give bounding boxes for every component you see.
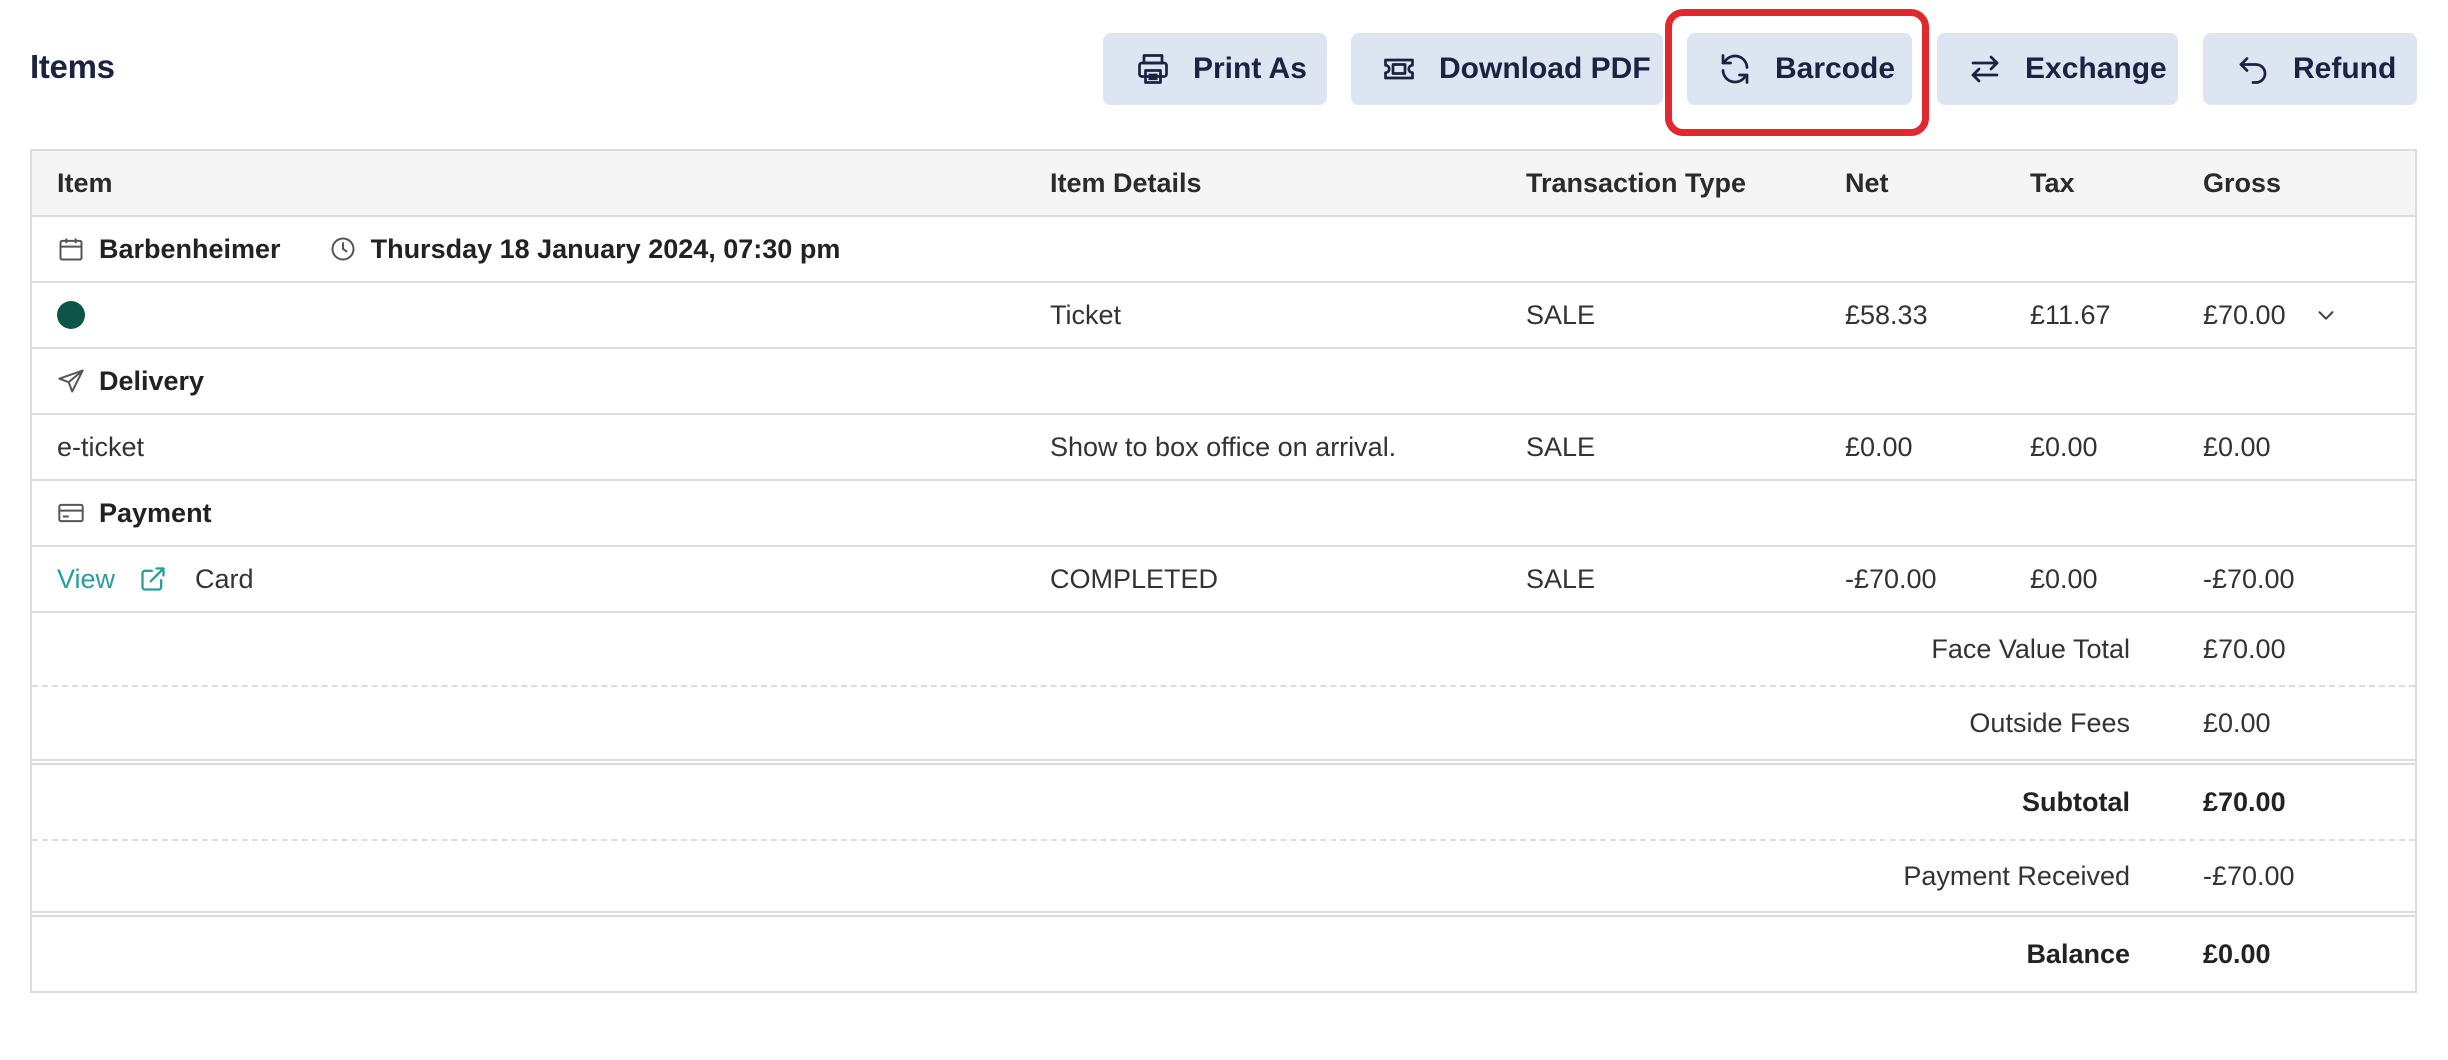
balance-label: Balance: [2026, 938, 2130, 969]
payment-section-row: Payment: [32, 481, 2415, 547]
subtotal-row: Subtotal £70.00: [32, 765, 2415, 841]
payment-received-value: -£70.00: [2203, 860, 2295, 891]
clock-icon: [329, 235, 357, 263]
delivery-type: SALE: [1526, 431, 1596, 462]
event-heading: Barbenheimer Thursday 18 January 2024, 0…: [57, 217, 840, 281]
ticket-status-dot: [57, 283, 85, 347]
download-pdf-label: Download PDF: [1439, 52, 1651, 85]
face-value-total-label: Face Value Total: [1931, 633, 2130, 664]
exchange-label: Exchange: [2025, 52, 2167, 85]
ticket-details: Ticket: [1050, 299, 1122, 330]
payment-received-row: Payment Received -£70.00: [32, 841, 2415, 917]
undo-icon: [2235, 51, 2271, 87]
delivery-label: Delivery: [99, 365, 205, 396]
page-title: Items: [30, 48, 115, 85]
download-pdf-button[interactable]: Download PDF: [1351, 33, 1663, 105]
printer-icon: [1135, 51, 1171, 87]
subtotal-label: Subtotal: [2022, 786, 2130, 817]
delivery-item: e-ticket: [57, 431, 145, 462]
exchange-arrows-icon: [1967, 51, 2003, 87]
event-datetime: Thursday 18 January 2024, 07:30 pm: [370, 233, 841, 264]
items-table: Item Item Details Transaction Type Net T…: [30, 149, 2417, 993]
delivery-net: £0.00: [1845, 431, 1913, 462]
ticket-tax: £11.67: [2030, 299, 2111, 330]
balance-value: £0.00: [2203, 938, 2271, 969]
print-as-button[interactable]: Print As: [1103, 33, 1327, 105]
ticket-type: SALE: [1526, 299, 1596, 330]
ticket-gross: £70.00: [2203, 299, 2286, 330]
payment-net: -£70.00: [1845, 563, 1937, 594]
delivery-section-row: Delivery: [32, 349, 2415, 415]
refund-button[interactable]: Refund: [2203, 33, 2417, 105]
payment-received-label: Payment Received: [1903, 860, 2130, 891]
delivery-tax: £0.00: [2030, 431, 2098, 462]
payment-gross: -£70.00: [2203, 563, 2295, 594]
refresh-icon: [1717, 51, 1753, 87]
outside-fees-row: Outside Fees £0.00: [32, 687, 2415, 765]
column-header-gross: Gross: [2203, 167, 2282, 198]
payment-item: View Card: [57, 547, 254, 611]
barcode-button[interactable]: Barcode: [1687, 33, 1912, 105]
table-row: Ticket SALE £58.33 £11.67 £70.00: [32, 283, 2415, 349]
send-icon: [57, 367, 85, 395]
ticket-net: £58.33: [1845, 299, 1928, 330]
face-value-total-value: £70.00: [2203, 633, 2286, 664]
balance-row: Balance £0.00: [32, 917, 2415, 991]
column-header-tax: Tax: [2030, 167, 2075, 198]
barcode-label: Barcode: [1775, 52, 1896, 85]
outside-fees-value: £0.00: [2203, 707, 2271, 738]
delivery-gross: £0.00: [2203, 431, 2271, 462]
external-link-icon[interactable]: [139, 565, 167, 593]
table-row: e-ticket Show to box office on arrival. …: [32, 415, 2415, 481]
view-payment-link[interactable]: View: [57, 564, 115, 595]
payment-tax: £0.00: [2030, 563, 2098, 594]
column-header-net: Net: [1845, 167, 1889, 198]
delivery-heading: Delivery: [57, 349, 204, 413]
items-header: Items Print As Download PDF Barcode Exch…: [0, 0, 2448, 140]
payment-details: COMPLETED: [1050, 563, 1219, 594]
payment-type: SALE: [1526, 563, 1596, 594]
payment-label: Payment: [99, 497, 212, 528]
table-row: View Card COMPLETED SALE -£70.00 £0.00 -…: [32, 547, 2415, 613]
payment-heading: Payment: [57, 481, 212, 545]
subtotal-value: £70.00: [2203, 786, 2286, 817]
column-header-type: Transaction Type: [1526, 167, 1747, 198]
calendar-icon: [57, 235, 85, 263]
delivery-details: Show to box office on arrival.: [1050, 431, 1397, 462]
table-header-row: Item Item Details Transaction Type Net T…: [32, 151, 2415, 217]
ticket-icon: [1381, 51, 1417, 87]
exchange-button[interactable]: Exchange: [1937, 33, 2178, 105]
event-section-row: Barbenheimer Thursday 18 January 2024, 0…: [32, 217, 2415, 283]
print-as-label: Print As: [1193, 52, 1307, 85]
event-name: Barbenheimer: [99, 233, 281, 264]
refund-label: Refund: [2293, 52, 2397, 85]
payment-method: Card: [195, 563, 254, 594]
chevron-down-icon[interactable]: [2315, 283, 2337, 347]
column-header-details: Item Details: [1050, 167, 1202, 198]
credit-card-icon: [57, 499, 85, 527]
outside-fees-label: Outside Fees: [1969, 707, 2130, 738]
face-value-total-row: Face Value Total £70.00: [32, 613, 2415, 687]
column-header-item: Item: [57, 167, 113, 198]
